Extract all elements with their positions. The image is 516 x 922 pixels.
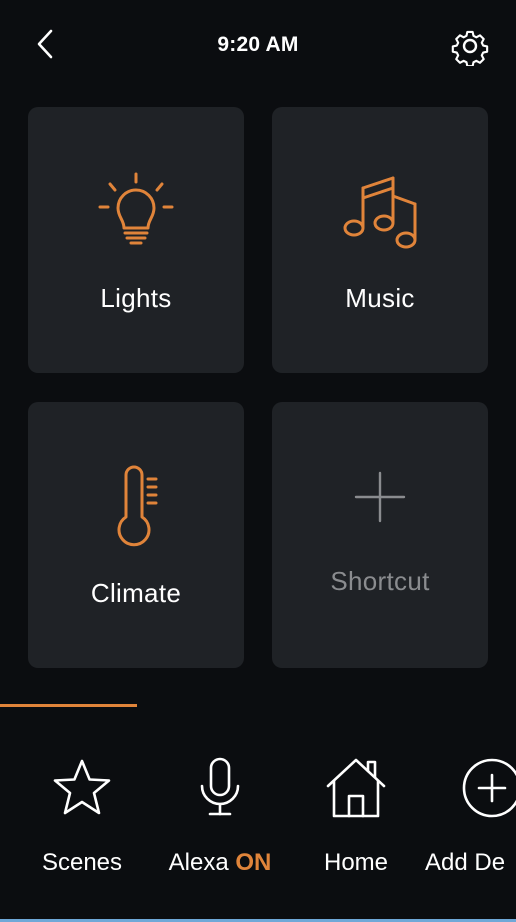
- nav-label: Add De: [425, 849, 506, 876]
- alexa-status: ON: [235, 849, 272, 876]
- tile-label: Climate: [90, 578, 182, 608]
- star-icon: [53, 759, 111, 815]
- house-icon: [326, 758, 386, 818]
- tile-label: Shortcut: [330, 566, 430, 596]
- thermometer-icon: [117, 465, 158, 547]
- nav-label: Home: [323, 849, 389, 876]
- header: 9:20 AM: [0, 0, 516, 92]
- nav-add-device[interactable]: Add De: [425, 755, 516, 895]
- tile-lights[interactable]: Lights: [28, 107, 244, 373]
- music-notes-icon: [343, 176, 417, 249]
- tile-label: Music: [345, 283, 415, 313]
- nav-label: Scenes: [41, 849, 123, 876]
- nav-scenes[interactable]: Scenes: [42, 755, 122, 895]
- settings-button[interactable]: [448, 24, 492, 68]
- plus-icon: [354, 471, 406, 523]
- tile-climate[interactable]: Climate: [28, 402, 244, 668]
- lightbulb-icon: [98, 172, 174, 245]
- app-screen: 9:20 AM Lights Music Climate Shortcut Sc…: [0, 0, 516, 922]
- status-time: 9:20 AM: [217, 33, 299, 56]
- tile-label: Lights: [100, 283, 172, 313]
- gear-icon: [451, 30, 489, 66]
- alexa-label: Alexa: [168, 849, 229, 876]
- tile-add-shortcut[interactable]: Shortcut: [272, 402, 488, 668]
- nav-alexa[interactable]: Alexa ON: [169, 755, 271, 895]
- nav-label: Alexa ON: [160, 849, 280, 877]
- add-circle-icon: [462, 758, 516, 818]
- tile-music[interactable]: Music: [272, 107, 488, 373]
- nav-home[interactable]: Home: [316, 755, 396, 895]
- microphone-icon: [200, 757, 240, 816]
- bottom-nav: Scenes Alexa ON Home Add De: [0, 707, 516, 922]
